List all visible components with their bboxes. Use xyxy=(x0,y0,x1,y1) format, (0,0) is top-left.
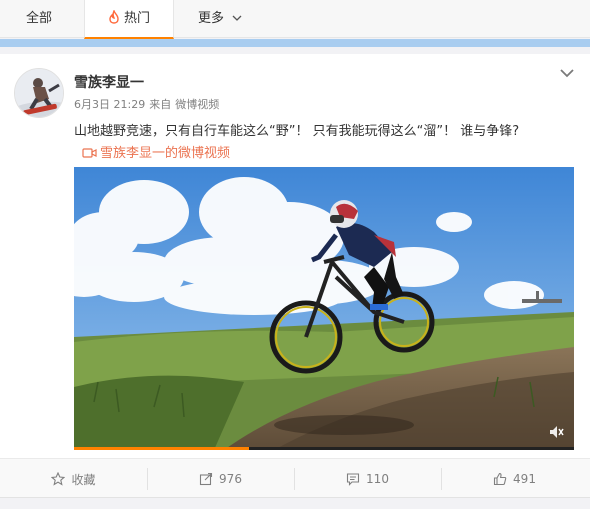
tab-hot-label: 热门 xyxy=(123,11,150,26)
mute-icon[interactable] xyxy=(548,424,564,440)
blue-divider-strip xyxy=(0,39,590,47)
comment-button[interactable]: 110 xyxy=(294,459,441,499)
post-card: 雪族李显一 6月3日 21:29 来自 微博视频 山地越野竞速，只有自行车能这么“野… xyxy=(0,54,590,464)
video-frame xyxy=(74,167,574,450)
favorite-button[interactable]: 收藏 xyxy=(0,459,147,499)
thumbs-up-icon xyxy=(493,472,507,486)
video-player[interactable] xyxy=(74,167,574,450)
post-date[interactable]: 6月3日 21:29 xyxy=(74,98,145,111)
username[interactable]: 雪族李显一 xyxy=(74,72,144,92)
like-count: 491 xyxy=(513,472,536,486)
post-text: 山地越野竞速，只有自行车能这么“野”！ 只有我能玩得这么“溜”！ 谁与争锋? xyxy=(74,124,520,139)
tab-more-label: 更多 xyxy=(198,11,225,26)
repost-button[interactable]: 976 xyxy=(147,459,294,499)
expand-chevron-icon[interactable] xyxy=(559,67,575,79)
post-source[interactable]: 微博视频 xyxy=(175,98,219,111)
video-link[interactable]: 雪族李显一的微博视频 xyxy=(82,142,230,161)
like-button[interactable]: 491 xyxy=(441,459,588,499)
top-tab-bar: 全部 热门 更多 xyxy=(0,0,590,39)
tab-more[interactable]: 更多 xyxy=(198,0,242,38)
tab-hot[interactable]: 热门 xyxy=(84,0,174,39)
chevron-down-icon xyxy=(232,15,242,21)
post-action-bar: 收藏 976 110 491 xyxy=(0,458,590,498)
video-camera-icon xyxy=(82,148,97,158)
star-icon xyxy=(51,472,66,486)
fire-icon xyxy=(109,10,119,24)
video-progress-fill xyxy=(74,447,249,450)
favorite-label: 收藏 xyxy=(71,472,96,487)
comment-count: 110 xyxy=(366,472,389,486)
avatar[interactable] xyxy=(14,68,64,118)
repost-icon xyxy=(199,472,213,486)
tab-all[interactable]: 全部 xyxy=(26,0,52,38)
post-meta: 6月3日 21:29 来自 微博视频 xyxy=(74,96,223,112)
video-progress-bar[interactable] xyxy=(74,447,574,450)
comment-icon xyxy=(346,473,360,486)
repost-count: 976 xyxy=(219,472,242,486)
source-prefix: 来自 xyxy=(149,98,172,111)
video-link-label: 雪族李显一的微博视频 xyxy=(100,146,231,161)
